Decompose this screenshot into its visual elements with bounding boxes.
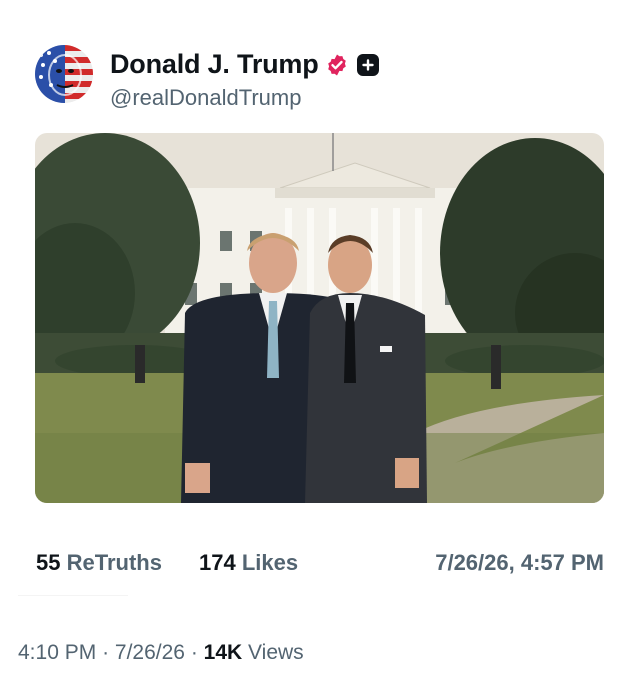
likes-label: Likes (241, 550, 299, 575)
post-image-illustration (35, 133, 604, 503)
post-header: Donald J. Trump @realDonaldTrump (35, 45, 595, 110)
retruths-count: 55 (36, 550, 61, 575)
engagement-stats: 55 ReTruths 174 Likes 7/26/26, 4:57 PM (36, 550, 604, 580)
meta-date: 7/26/26 (114, 641, 185, 664)
avatar-image (35, 45, 93, 103)
post-image[interactable] (35, 133, 604, 503)
retruths-stat[interactable]: 55 ReTruths (36, 550, 162, 576)
author-name[interactable]: Donald J. Trump (110, 49, 319, 80)
views-label: Views (248, 641, 304, 664)
follow-button[interactable] (356, 53, 379, 76)
plus-icon (361, 58, 374, 71)
avatar[interactable] (35, 45, 93, 103)
retruths-label: ReTruths (66, 550, 162, 575)
meta-separator: · (102, 641, 110, 664)
likes-count: 174 (199, 550, 236, 575)
author-handle[interactable]: @realDonaldTrump (110, 85, 301, 111)
likes-stat[interactable]: 174 Likes (199, 550, 298, 576)
post-timestamp: 7/26/26, 4:57 PM (435, 550, 604, 575)
meta-separator: · (190, 641, 198, 664)
author-name-row: Donald J. Trump (110, 49, 379, 80)
divider (18, 595, 128, 596)
meta-time: 4:10 PM (18, 641, 97, 664)
post-meta: 4:10 PM · 7/26/26 · 14K Views (18, 641, 304, 665)
views-count: 14K (203, 641, 243, 664)
verified-badge-icon (325, 53, 349, 77)
